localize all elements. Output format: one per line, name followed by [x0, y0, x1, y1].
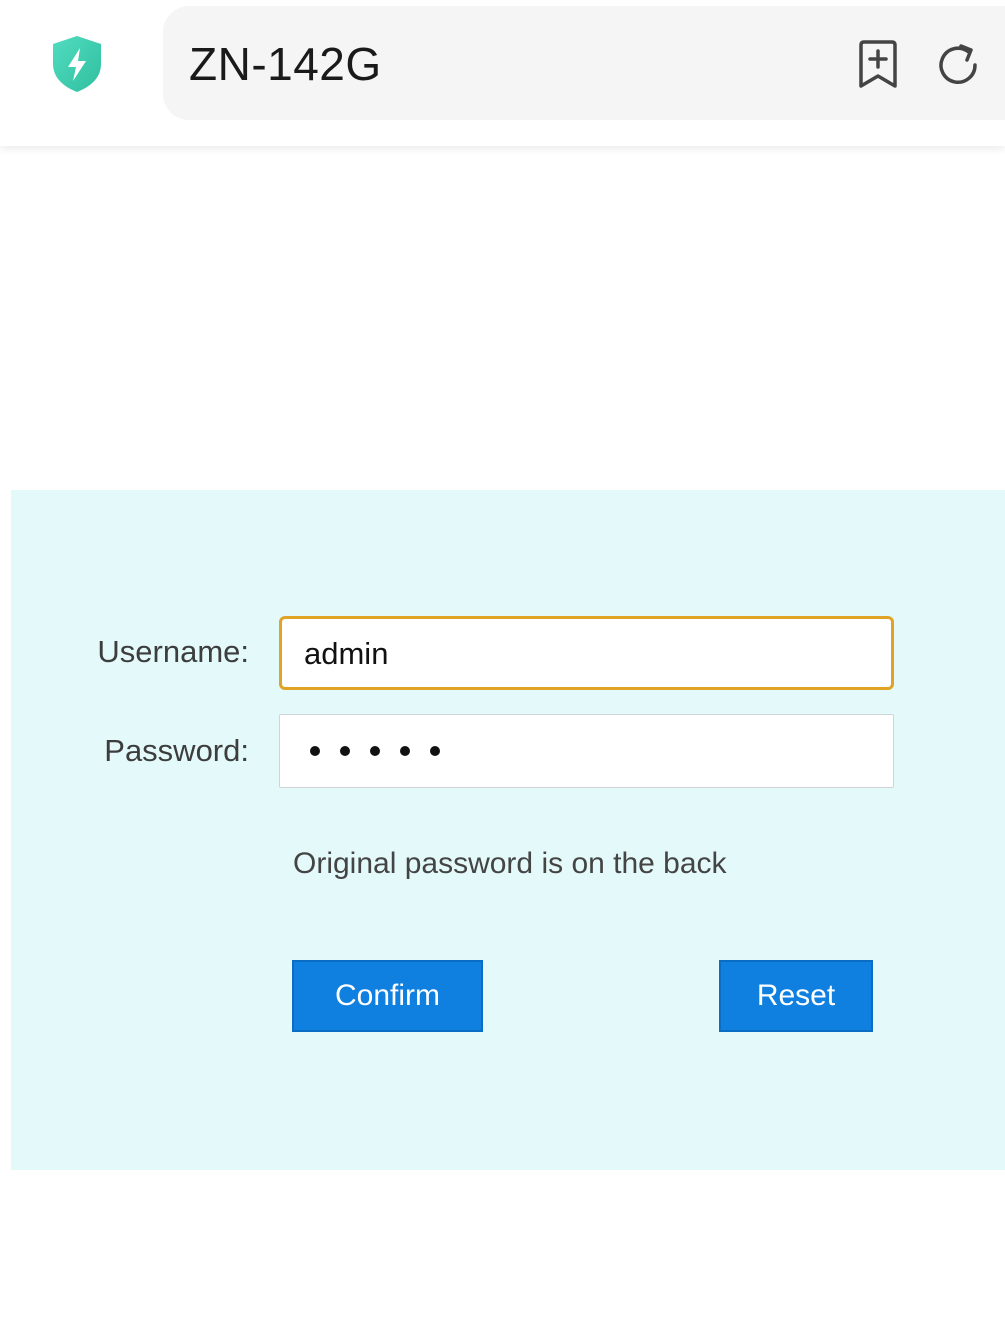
password-dot: [340, 745, 350, 756]
browser-toolbar: ZN-142G: [0, 0, 1005, 146]
confirm-button[interactable]: Confirm: [292, 960, 483, 1032]
password-input[interactable]: [279, 714, 894, 788]
password-hint: Original password is on the back: [293, 847, 727, 880]
reset-button[interactable]: Reset: [719, 960, 873, 1032]
login-panel: Username: admin Password: Original passw…: [11, 490, 1005, 1170]
password-dot: [400, 745, 410, 756]
password-dot: [310, 745, 320, 756]
password-dot: [430, 745, 440, 756]
password-dot: [370, 745, 380, 756]
address-text[interactable]: ZN-142G: [189, 36, 382, 92]
username-label: Username:: [97, 634, 249, 669]
username-input[interactable]: admin: [279, 616, 894, 690]
shield-lightning-icon[interactable]: [50, 34, 104, 94]
bookmark-add-icon[interactable]: [855, 40, 901, 90]
password-label: Password:: [104, 733, 249, 768]
reload-icon[interactable]: [935, 42, 981, 88]
address-bar[interactable]: ZN-142G: [163, 6, 1005, 120]
password-mask: [310, 715, 871, 786]
